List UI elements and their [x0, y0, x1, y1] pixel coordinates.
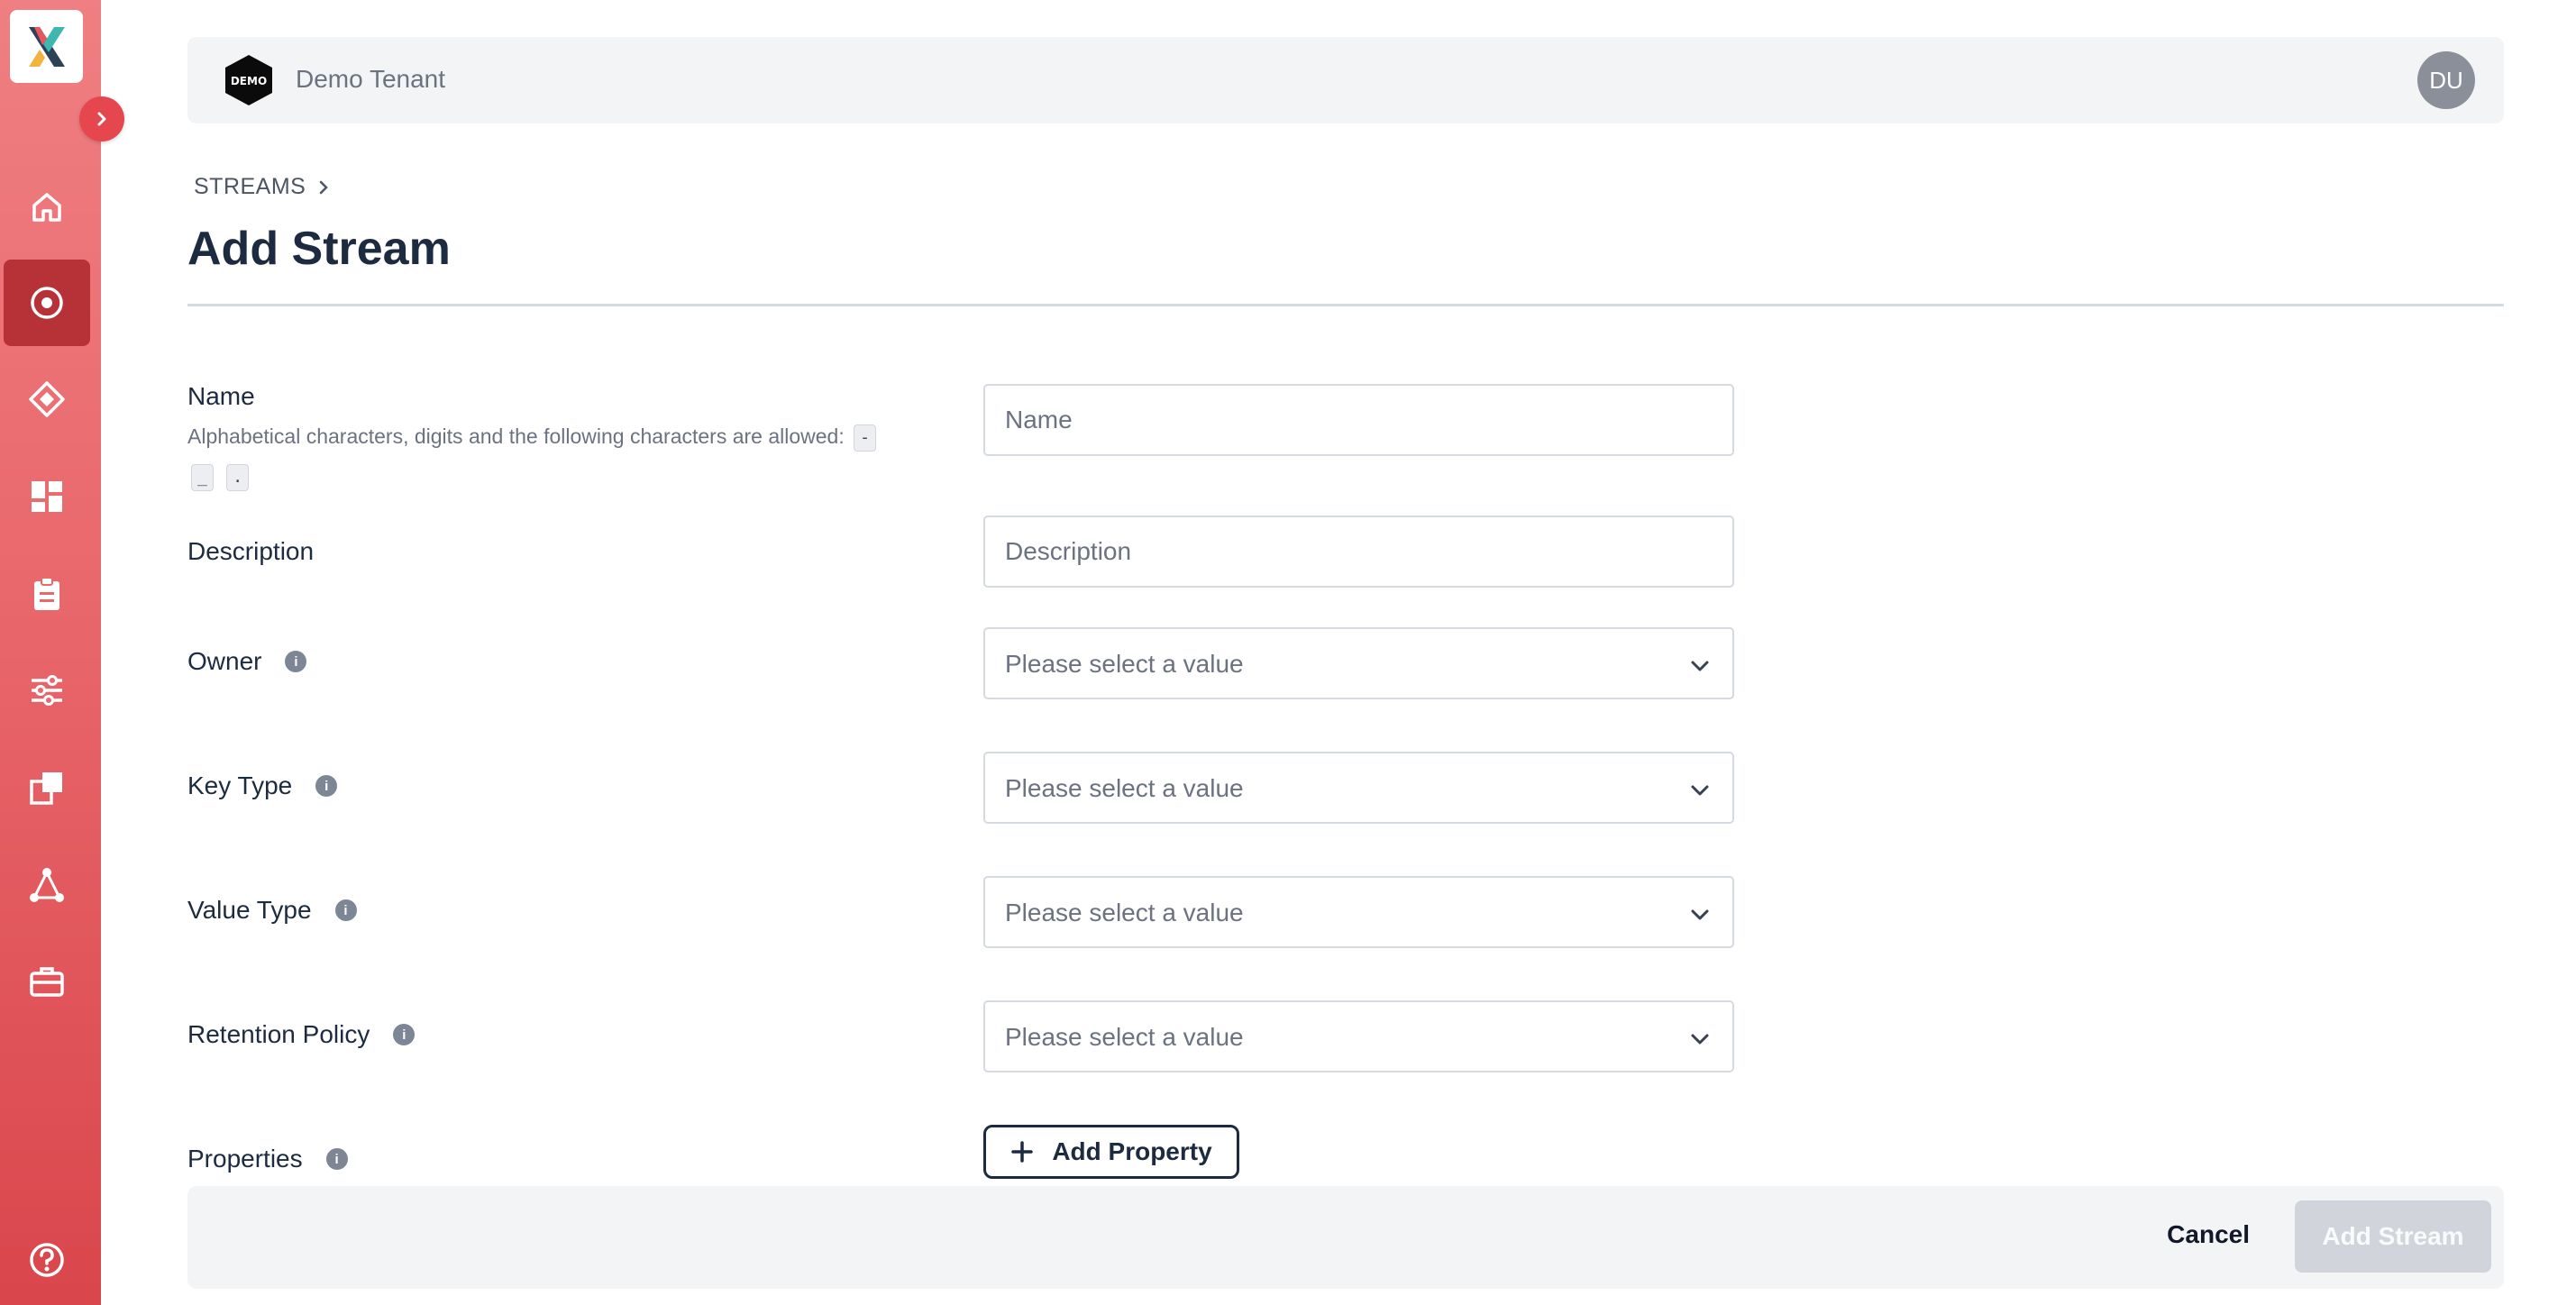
description-label-text: Description: [187, 537, 315, 565]
key-type-select[interactable]: Please select a value: [983, 752, 1734, 824]
value-type-label: Value Type i: [187, 896, 357, 925]
name-hint: Alphabetical characters, digits and the …: [187, 416, 927, 496]
owner-label-text: Owner: [187, 647, 262, 675]
value-type-select[interactable]: Please select a value: [983, 876, 1734, 948]
add-property-label: Add Property: [1052, 1137, 1212, 1165]
sidebar-item-clipboard[interactable]: [4, 551, 90, 637]
allowed-char-underscore: _: [191, 463, 214, 491]
properties-label-text: Properties: [187, 1145, 303, 1173]
chevron-down-icon: [1691, 1034, 1709, 1045]
svg-text:DEMO: DEMO: [231, 75, 267, 87]
value-type-select-value: Please select a value: [1005, 899, 1244, 926]
sidebar-item-home[interactable]: [4, 164, 90, 251]
streams-icon: [31, 287, 63, 319]
chevron-right-icon: [97, 112, 106, 126]
sidebar: [0, 0, 124, 1305]
help-circle-icon: [30, 1243, 64, 1277]
key-type-info-icon[interactable]: i: [315, 775, 338, 797]
properties-label: Properties i: [187, 1145, 348, 1173]
key-type-select-value: Please select a value: [1005, 774, 1244, 802]
description-label: Description: [187, 537, 314, 566]
sidebar-item-topology[interactable]: [4, 842, 90, 928]
sliders-icon: [32, 675, 62, 706]
key-type-label-text: Key Type: [187, 771, 293, 799]
triangle-nodes-icon: [30, 868, 64, 902]
breadcrumb-item-streams[interactable]: STREAMS: [194, 174, 306, 200]
cancel-button[interactable]: Cancel: [2167, 1220, 2250, 1249]
app-logo[interactable]: [10, 10, 83, 83]
chevron-down-icon: [1691, 785, 1709, 796]
home-icon: [32, 193, 61, 222]
chevron-down-icon: [1691, 661, 1709, 671]
copy-icon: [30, 772, 62, 805]
allowed-char-dash: -: [854, 424, 876, 452]
form-action-bar: Cancel Add Stream: [187, 1186, 2504, 1289]
user-avatar[interactable]: DU: [2417, 51, 2475, 109]
add-property-button[interactable]: Add Property: [983, 1125, 1239, 1179]
add-stream-button[interactable]: Add Stream: [2295, 1200, 2491, 1273]
clipboard-icon: [34, 577, 59, 610]
sidebar-item-toolbox[interactable]: [4, 938, 90, 1025]
name-field: [983, 384, 1734, 456]
sidebar-item-dashboards[interactable]: [4, 453, 90, 540]
owner-label: Owner i: [187, 647, 307, 676]
value-type-label-text: Value Type: [187, 896, 312, 924]
retention-policy-label-text: Retention Policy: [187, 1020, 370, 1048]
sidebar-item-diamond[interactable]: [4, 356, 90, 443]
description-input[interactable]: [985, 517, 1732, 586]
sidebar-item-streams[interactable]: [4, 260, 90, 346]
sidebar-expand-button[interactable]: [79, 96, 124, 141]
plus-icon: [1011, 1141, 1034, 1163]
help-button[interactable]: [4, 1224, 90, 1296]
retention-policy-label: Retention Policy i: [187, 1020, 416, 1049]
name-label: Name: [187, 382, 255, 411]
chevron-right-icon: [320, 180, 329, 194]
key-type-label: Key Type i: [187, 771, 338, 800]
properties-info-icon[interactable]: i: [325, 1148, 348, 1170]
name-hint-text: Alphabetical characters, digits and the …: [187, 424, 845, 448]
allowed-char-dot: .: [226, 463, 250, 491]
tenant-badge-icon: DEMO: [225, 55, 272, 105]
owner-select-value: Please select a value: [1005, 650, 1244, 678]
value-type-info-icon[interactable]: i: [334, 899, 357, 921]
title-divider: [187, 304, 2504, 306]
description-field: [983, 516, 1734, 588]
name-input[interactable]: [985, 386, 1732, 454]
top-bar: DEMO Demo Tenant DU: [187, 37, 2504, 123]
sidebar-item-copy[interactable]: [4, 744, 90, 831]
x-logo-icon: [28, 26, 65, 67]
name-label-text: Name: [187, 382, 255, 410]
diamond-icon: [29, 381, 65, 417]
retention-policy-info-icon[interactable]: i: [393, 1024, 416, 1045]
sidebar-item-settings[interactable]: [4, 647, 90, 734]
grid-icon: [32, 481, 62, 512]
owner-info-icon[interactable]: i: [285, 651, 307, 672]
owner-select[interactable]: Please select a value: [983, 627, 1734, 699]
retention-policy-select[interactable]: Please select a value: [983, 1000, 1734, 1072]
retention-policy-select-value: Please select a value: [1005, 1023, 1244, 1051]
tenant-name[interactable]: Demo Tenant: [296, 65, 445, 94]
page-title: Add Stream: [187, 223, 451, 275]
chevron-down-icon: [1691, 909, 1709, 920]
toolbox-icon: [30, 967, 64, 997]
breadcrumb: STREAMS: [194, 174, 331, 200]
